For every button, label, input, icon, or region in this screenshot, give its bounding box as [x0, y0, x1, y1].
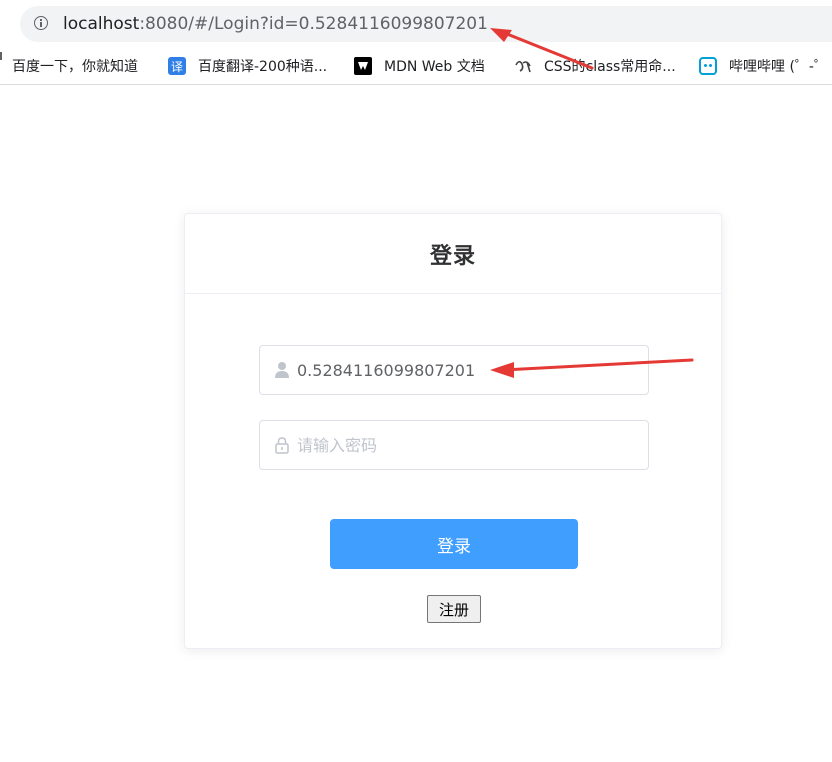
bookmark-css-class[interactable]: CSS的class常用命... [514, 56, 676, 76]
bookmarks-edge-mark [0, 52, 2, 60]
url-path: :8080/#/Login?id=0.5284116099807201 [139, 14, 488, 34]
login-button[interactable]: 登录 [330, 519, 578, 569]
bookmark-label: 哔哩哔哩 (゜-゜ [729, 59, 828, 75]
user-icon [274, 361, 290, 379]
url-text[interactable]: localhost:8080/#/Login?id=0.528411609980… [63, 13, 488, 35]
browser-toolbar: localhost:8080/#/Login?id=0.528411609980… [0, 0, 832, 46]
bookmark-label: MDN Web 文档 [384, 59, 485, 75]
bilibili-icon [699, 57, 717, 75]
register-button[interactable]: 注册 [427, 595, 481, 623]
css-class-icon [514, 57, 532, 75]
translate-icon: 译 [168, 57, 186, 75]
info-icon[interactable] [34, 16, 48, 30]
bookmark-label: 百度一下，你就知道 [12, 59, 138, 75]
bookmark-bilibili[interactable]: 哔哩哔哩 (゜-゜ [699, 56, 828, 76]
mdn-icon [354, 57, 372, 75]
card-header: 登录 [185, 214, 721, 294]
password-input[interactable] [297, 421, 637, 469]
password-field[interactable] [259, 420, 649, 470]
address-bar[interactable]: localhost:8080/#/Login?id=0.528411609980… [20, 6, 832, 42]
bookmarks-bar: 百度一下，你就知道 译 百度翻译-200种语... MDN Web 文档 CSS… [0, 48, 832, 85]
login-title: 登录 [429, 243, 476, 269]
username-field[interactable] [259, 345, 649, 395]
bookmark-mdn[interactable]: MDN Web 文档 [354, 56, 485, 76]
bookmark-baidu[interactable]: 百度一下，你就知道 [12, 56, 138, 76]
url-host: localhost [63, 14, 140, 34]
bookmark-label: CSS的class常用命... [544, 59, 676, 75]
bookmark-baidu-translate[interactable]: 译 百度翻译-200种语... [168, 56, 327, 76]
login-card: 登录 登录 注册 [184, 213, 722, 649]
lock-icon [274, 436, 290, 454]
bookmark-label: 百度翻译-200种语... [198, 59, 328, 75]
username-input[interactable] [297, 346, 637, 394]
